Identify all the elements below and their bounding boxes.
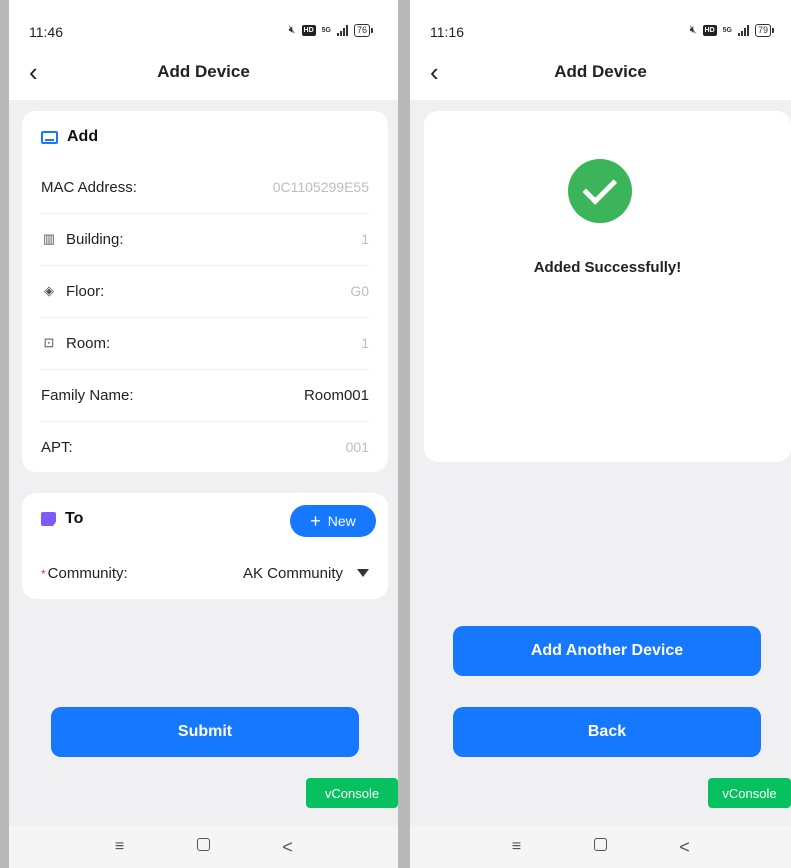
submit-button[interactable]: Submit: [51, 707, 359, 757]
family-name-row: Family Name: Room001: [41, 369, 369, 422]
hd-icon: HD: [301, 25, 316, 36]
new-button-label: New: [327, 513, 356, 529]
vconsole-button[interactable]: vConsole: [708, 778, 791, 808]
community-row: * Community: AK Community: [41, 555, 369, 591]
home-icon[interactable]: [162, 838, 246, 856]
success-icon: [568, 159, 632, 223]
new-community-button[interactable]: + New: [290, 505, 376, 537]
to-card-header: To: [41, 510, 83, 528]
room-row: ⊡ Room: 1: [41, 317, 369, 370]
apt-value: 001: [345, 439, 369, 455]
battery-icon: 79: [754, 24, 775, 37]
mute-icon: 🔇︎: [689, 24, 697, 36]
apt-label: APT:: [41, 438, 73, 456]
building-label: Building:: [66, 230, 124, 248]
room-value: 1: [361, 335, 369, 351]
floor-value: G0: [350, 283, 369, 299]
hd-icon: HD: [702, 25, 717, 36]
layers-icon: ◈: [44, 283, 54, 298]
floor-row: ◈ Floor: G0: [41, 265, 369, 318]
system-back-icon[interactable]: <: [643, 837, 727, 858]
family-name-label: Family Name:: [41, 386, 134, 404]
menu-icon[interactable]: ≡: [475, 838, 559, 856]
add-card-header: Add: [41, 128, 98, 146]
status-icons: 🔇︎ HD 5G 76: [288, 24, 374, 37]
community-label: Community:: [47, 564, 128, 582]
add-another-device-button[interactable]: Add Another Device: [453, 626, 761, 676]
mac-address-row: MAC Address: 0C1105299E55: [41, 161, 369, 214]
add-success-screen: 11:16 🔇︎ HD 5G 79 ‹ Add Device Added Suc…: [410, 0, 791, 868]
success-card: Added Successfully!: [424, 111, 791, 462]
community-value: AK Community: [242, 564, 343, 582]
door-icon: ⊡: [43, 335, 55, 350]
system-nav-bar: ≡ <: [410, 826, 791, 868]
plus-icon: +: [310, 511, 321, 531]
success-message: Added Successfully!: [533, 259, 682, 276]
battery-icon: 76: [353, 24, 374, 37]
floor-label: Floor:: [66, 282, 105, 300]
network-icon: 5G: [321, 27, 331, 34]
mac-address-value: 0C1105299E55: [272, 179, 369, 195]
status-bar: 11:16 🔇︎ HD 5G 79: [410, 0, 791, 48]
status-time: 11:16: [430, 24, 464, 40]
system-back-icon[interactable]: <: [246, 837, 330, 858]
to-card-title: To: [65, 510, 84, 527]
status-time: 11:46: [29, 24, 63, 40]
building-value: 1: [361, 231, 369, 247]
apt-row: APT: 001: [41, 421, 369, 473]
add-card-title: Add: [67, 128, 99, 145]
community-icon: [41, 512, 56, 526]
monitor-icon: [41, 130, 58, 144]
vconsole-button[interactable]: vConsole: [306, 778, 398, 808]
signal-icon: [737, 25, 749, 36]
page-title: Add Device: [157, 62, 250, 81]
nav-bar: ‹ Add Device: [9, 48, 398, 100]
page-title: Add Device: [554, 62, 647, 81]
status-icons: 🔇︎ HD 5G 79: [689, 24, 775, 37]
back-button[interactable]: Back: [453, 707, 761, 757]
menu-icon[interactable]: ≡: [78, 838, 162, 856]
community-select[interactable]: AK Community: [243, 565, 369, 582]
add-device-form-screen: 11:46 🔇︎ HD 5G 76 ‹ Add Device Add MAC A…: [9, 0, 398, 868]
add-card: Add MAC Address: 0C1105299E55 ▥ Building:…: [22, 111, 388, 472]
dropdown-caret-icon: [357, 569, 369, 577]
nav-bar: ‹ Add Device: [410, 48, 791, 100]
mute-icon: 🔇︎: [288, 24, 296, 36]
building-icon: ▥: [42, 231, 56, 246]
required-mark: *: [41, 566, 46, 581]
network-icon: 5G: [722, 27, 732, 34]
to-card: To + New * Community: AK Community: [22, 493, 388, 599]
status-bar: 11:46 🔇︎ HD 5G 76: [9, 0, 398, 48]
signal-icon: [336, 25, 348, 36]
building-row: ▥ Building: 1: [41, 213, 369, 266]
room-label: Room:: [66, 334, 111, 352]
family-name-value: Room001: [303, 386, 369, 404]
check-icon: [581, 170, 617, 205]
home-icon[interactable]: [559, 838, 643, 856]
system-nav-bar: ≡ <: [9, 826, 398, 868]
mac-address-label: MAC Address:: [41, 178, 137, 196]
